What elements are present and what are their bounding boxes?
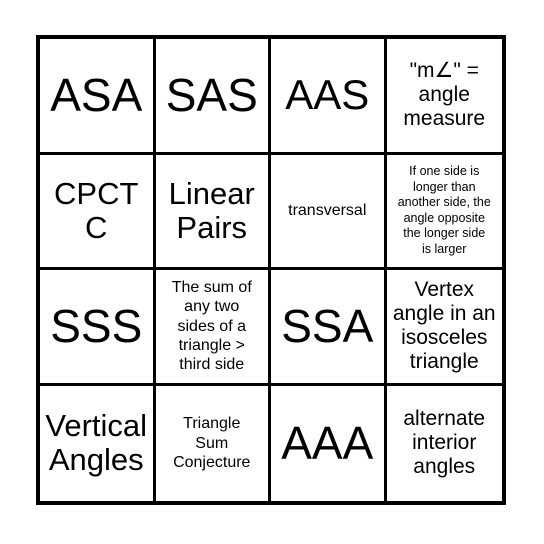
bingo-cell-r2-c3[interactable]: transversal xyxy=(271,154,387,270)
bingo-cell-r1-c1[interactable]: ASA xyxy=(40,39,156,155)
bingo-cell-r3-c4[interactable]: Vertex angle in an isosceles triangle xyxy=(386,270,502,386)
bingo-cell-label: AAS xyxy=(285,71,370,119)
bingo-cell-label: The sum of any two sides of a triangle >… xyxy=(171,279,252,374)
bingo-cell-r4-c2[interactable]: Triangle Sum Conjecture xyxy=(155,385,271,501)
bingo-cell-label: AAA xyxy=(281,417,374,470)
bingo-cell-r3-c3[interactable]: SSA xyxy=(271,270,387,386)
bingo-cell-label: transversal xyxy=(288,202,367,220)
bingo-cell-r3-c1[interactable]: SSS xyxy=(40,270,156,386)
bingo-cell-r1-c3[interactable]: AAS xyxy=(271,39,387,155)
bingo-cell-label: CPCTC xyxy=(54,175,139,245)
bingo-cell-label: Triangle Sum Conjecture xyxy=(173,415,251,471)
bingo-cell-label: Linear Pairs xyxy=(168,175,255,245)
bingo-card: ASA SAS AAS "m∠" = angle measure CPCTC Linear… xyxy=(36,35,506,505)
bingo-cell-r2-c1[interactable]: CPCTC xyxy=(40,154,156,270)
bingo-cell-label: alternate interior angles xyxy=(403,407,486,479)
bingo-cell-label: Vertical Angles xyxy=(45,408,148,478)
bingo-cell-r4-c1[interactable]: Vertical Angles xyxy=(40,385,156,501)
bingo-cell-r4-c4[interactable]: alternate interior angles xyxy=(386,385,502,501)
bingo-cell-label: SSS xyxy=(50,300,143,353)
bingo-cell-r3-c2[interactable]: The sum of any two sides of a triangle >… xyxy=(155,270,271,386)
bingo-cell-r1-c4[interactable]: "m∠" = angle measure xyxy=(386,39,502,155)
bingo-cell-r2-c2[interactable]: Linear Pairs xyxy=(155,154,271,270)
bingo-cell-r2-c4[interactable]: If one side is longer than another side,… xyxy=(386,154,502,270)
bingo-cell-label: Vertex angle in an isosceles triangle xyxy=(392,277,496,374)
bingo-cell-label: SAS xyxy=(165,69,258,122)
bingo-cell-label: SSA xyxy=(281,300,374,353)
bingo-cell-label: If one side is longer than another side,… xyxy=(397,163,491,256)
bingo-cell-r4-c3[interactable]: AAA xyxy=(271,385,387,501)
bingo-cell-label: "m∠" = angle measure xyxy=(403,59,486,131)
bingo-cell-label: ASA xyxy=(50,69,143,122)
bingo-cell-r1-c2[interactable]: SAS xyxy=(155,39,271,155)
